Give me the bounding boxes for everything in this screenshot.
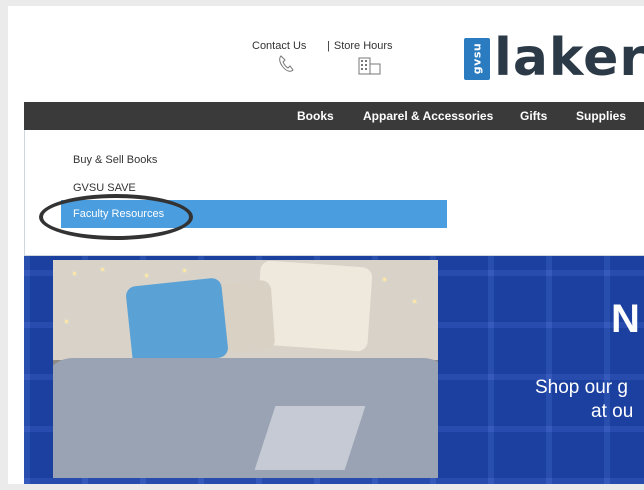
hero-subtitle-line2: at ou xyxy=(591,401,634,422)
store-hours-label: Store Hours xyxy=(333,40,393,52)
nav-item-apparel[interactable]: Apparel & Accessories xyxy=(363,109,493,123)
string-light xyxy=(145,274,148,277)
hero-photo xyxy=(53,260,438,478)
store-hours-link[interactable]: | Store Hours xyxy=(327,40,393,52)
dropdown-item-buy-sell-books[interactable]: Buy & Sell Books xyxy=(73,154,157,166)
contact-us-link[interactable]: Contact Us xyxy=(252,40,306,52)
dropdown-item-gvsu-save[interactable]: GVSU SAVE xyxy=(73,182,136,194)
string-light xyxy=(65,320,68,323)
page-frame: Contact Us | Store Hours gvsu laker Books… xyxy=(8,6,644,484)
string-light xyxy=(73,272,76,275)
nav-item-books[interactable]: Books xyxy=(297,109,334,123)
blanket xyxy=(53,358,438,478)
hero-title: N xyxy=(611,297,640,341)
nav-item-gifts[interactable]: Gifts xyxy=(520,109,547,123)
logo-wordmark: laker xyxy=(494,28,644,88)
blue-pillow xyxy=(125,277,229,367)
phone-icon[interactable] xyxy=(278,55,294,73)
highlight-annotation-ellipse xyxy=(39,194,193,240)
nav-item-supplies[interactable]: Supplies xyxy=(576,109,626,123)
string-light xyxy=(101,268,104,271)
logo-badge-text: gvsu xyxy=(470,42,484,75)
string-light xyxy=(383,278,386,281)
hero-subtitle-line1: Shop our g xyxy=(535,377,628,398)
string-light xyxy=(183,269,186,272)
main-nav: Books Apparel & Accessories Gifts Suppli… xyxy=(24,102,644,130)
building-icon[interactable] xyxy=(358,57,382,75)
logo-badge: gvsu xyxy=(464,38,490,80)
string-light xyxy=(413,300,416,303)
